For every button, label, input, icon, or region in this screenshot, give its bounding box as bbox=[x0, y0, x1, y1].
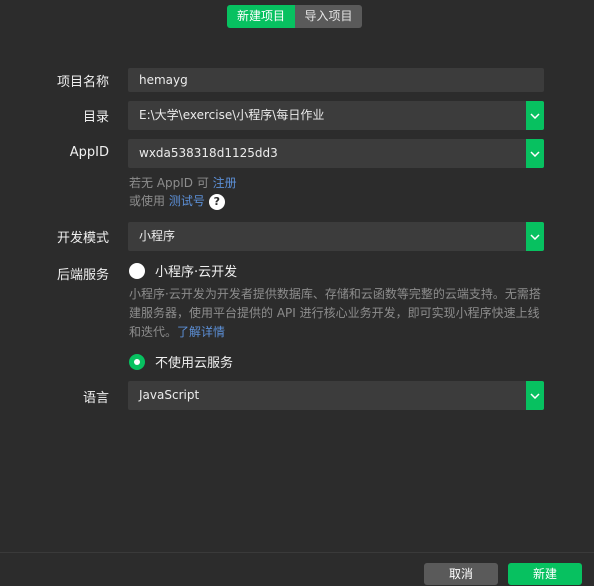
radio-no-cloud-label: 不使用云服务 bbox=[155, 356, 234, 371]
directory-label: 目录 bbox=[82, 110, 109, 125]
radio-checked-icon[interactable] bbox=[129, 353, 145, 370]
radio-no-cloud[interactable]: 不使用云服务 bbox=[129, 352, 233, 371]
tab-new-project[interactable]: 新建项目 bbox=[227, 5, 295, 28]
language-value: JavaScript bbox=[139, 388, 200, 402]
dev-mode-select[interactable]: 小程序 bbox=[128, 222, 544, 251]
tab-import-project[interactable]: 导入项目 bbox=[295, 5, 362, 28]
chevron-down-icon[interactable] bbox=[526, 222, 544, 251]
project-mode-tabs: 新建项目 导入项目 bbox=[227, 5, 362, 28]
radio-cloud-dev[interactable]: 小程序·云开发 bbox=[129, 261, 237, 280]
chevron-down-icon[interactable] bbox=[526, 381, 544, 410]
directory-value: E:\大学\exercise\小程序\每日作业 bbox=[139, 108, 325, 122]
register-link[interactable]: 注册 bbox=[213, 176, 237, 190]
appid-label: AppID bbox=[69, 145, 109, 160]
appid-hint: 若无 AppID 可 注册 bbox=[129, 174, 237, 191]
radio-cloud-dev-label: 小程序·云开发 bbox=[155, 265, 238, 280]
backend-label: 后端服务 bbox=[56, 268, 109, 283]
test-account-link[interactable]: 测试号 bbox=[169, 194, 205, 208]
cancel-button[interactable]: 取消 bbox=[424, 563, 498, 585]
cloud-dev-description: 小程序·云开发为开发者提供数据库、存储和云函数等完整的云端支持。无需搭建服务器，… bbox=[129, 285, 544, 342]
language-select[interactable]: JavaScript bbox=[128, 381, 544, 410]
test-account-hint: 或使用 测试号? bbox=[129, 192, 225, 210]
create-button[interactable]: 新建 bbox=[508, 563, 582, 585]
project-name-input[interactable]: hemayg bbox=[128, 68, 544, 92]
footer-divider bbox=[0, 552, 594, 553]
appid-hint-text: 若无 AppID 可 bbox=[129, 176, 213, 190]
dev-mode-label: 开发模式 bbox=[56, 231, 109, 246]
help-icon[interactable]: ? bbox=[208, 193, 225, 210]
learn-more-link[interactable]: 了解详情 bbox=[177, 325, 225, 339]
language-label: 语言 bbox=[82, 391, 109, 406]
appid-value: wxda538318d1125dd3 bbox=[139, 146, 278, 160]
radio-unchecked-icon[interactable] bbox=[129, 262, 145, 279]
test-account-hint-text: 或使用 bbox=[129, 194, 169, 208]
directory-select[interactable]: E:\大学\exercise\小程序\每日作业 bbox=[128, 101, 544, 130]
project-name-label: 项目名称 bbox=[56, 75, 109, 90]
chevron-down-icon[interactable] bbox=[526, 101, 544, 130]
chevron-down-icon[interactable] bbox=[526, 139, 544, 168]
appid-select[interactable]: wxda538318d1125dd3 bbox=[128, 139, 544, 168]
dev-mode-value: 小程序 bbox=[139, 229, 176, 243]
